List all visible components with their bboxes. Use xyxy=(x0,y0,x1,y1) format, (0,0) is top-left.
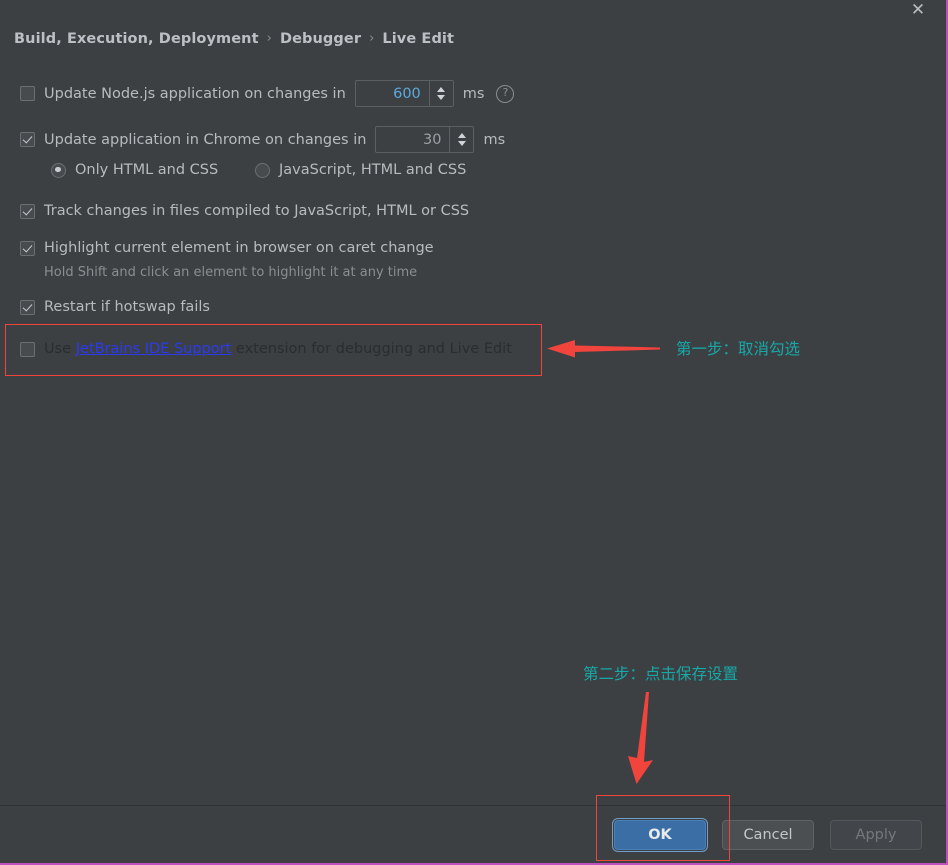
breadcrumb-separator: › xyxy=(266,31,272,46)
row-update-nodejs: Update Node.js application on changes in… xyxy=(20,80,515,107)
row-update-chrome: Update application in Chrome on changes … xyxy=(20,126,505,153)
unit-nodejs-ms: ms xyxy=(462,85,485,102)
row-track-changes: Track changes in files compiled to JavaS… xyxy=(20,203,469,219)
checkbox-update-nodejs[interactable] xyxy=(20,86,35,101)
breadcrumb-item-0[interactable]: Build, Execution, Deployment xyxy=(14,31,259,47)
radio-indicator-javascript-html-css[interactable] xyxy=(255,162,270,178)
settings-dialog: ✕ Build, Execution, Deployment › Debugger ›… xyxy=(0,0,948,865)
annotation-step-one: 第一步：取消勾选 xyxy=(676,340,801,358)
label-javascript-html-css: JavaScript, HTML and CSS xyxy=(279,162,467,178)
hint-highlight-element: Hold Shift and click an element to highl… xyxy=(44,265,417,280)
spinner-up-icon[interactable] xyxy=(437,87,446,92)
annotation-step-two: 第二步：点击保存设置 xyxy=(583,665,739,683)
help-icon[interactable]: ? xyxy=(496,84,515,103)
apply-button[interactable]: Apply xyxy=(830,819,922,850)
spinner-down-icon[interactable] xyxy=(437,95,446,100)
row-jetbrains-extension: Use JetBrains IDE Support extension for … xyxy=(20,341,512,357)
label-update-chrome: Update application in Chrome on changes … xyxy=(44,131,367,148)
spinner-nodejs-delay[interactable]: 600 xyxy=(354,80,454,107)
spinner-up-icon[interactable] xyxy=(457,133,466,138)
checkbox-highlight-element[interactable] xyxy=(20,240,35,256)
breadcrumb-item-1[interactable]: Debugger xyxy=(280,31,361,47)
label-prefix: Use xyxy=(44,341,76,357)
spinner-chrome-delay[interactable]: 30 xyxy=(375,126,475,153)
label-update-nodejs: Update Node.js application on changes in xyxy=(44,85,346,102)
input-chrome-delay[interactable]: 30 xyxy=(376,127,449,152)
radio-indicator-only-html-css[interactable] xyxy=(51,162,66,178)
checkbox-update-chrome[interactable] xyxy=(20,132,35,147)
jetbrains-ide-support-link[interactable]: JetBrains IDE Support xyxy=(76,341,232,357)
ok-button[interactable]: OK xyxy=(612,817,708,852)
unit-chrome-ms: ms xyxy=(483,131,506,148)
radio-only-html-css[interactable]: Only HTML and CSS xyxy=(51,162,218,178)
label-track-changes: Track changes in files compiled to JavaS… xyxy=(44,203,470,219)
label-suffix: extension for debugging and Live Edit xyxy=(231,341,512,357)
label-restart-hotswap: Restart if hotswap fails xyxy=(44,299,210,315)
breadcrumb-item-2: Live Edit xyxy=(382,31,455,47)
cancel-button[interactable]: Cancel xyxy=(722,819,814,850)
close-icon[interactable]: ✕ xyxy=(900,0,936,24)
input-nodejs-delay[interactable]: 600 xyxy=(356,81,429,106)
row-restart-hotswap: Restart if hotswap fails xyxy=(20,299,210,315)
breadcrumb: Build, Execution, Deployment › Debugger › Li… xyxy=(14,31,454,47)
label-only-html-css: Only HTML and CSS xyxy=(75,162,219,178)
arrow-step-one-icon xyxy=(547,340,660,358)
label-jetbrains-extension: Use JetBrains IDE Support extension for … xyxy=(44,341,512,357)
checkbox-jetbrains-extension[interactable] xyxy=(20,341,35,357)
radio-javascript-html-css[interactable]: JavaScript, HTML and CSS xyxy=(255,162,466,178)
spinner-buttons[interactable] xyxy=(428,81,453,106)
label-highlight-element: Highlight current element in browser on … xyxy=(44,240,434,256)
arrow-step-two-icon xyxy=(628,692,653,784)
row-highlight-element: Highlight current element in browser on … xyxy=(20,240,434,256)
checkbox-track-changes[interactable] xyxy=(20,203,35,219)
spinner-down-icon[interactable] xyxy=(457,141,466,146)
breadcrumb-separator: › xyxy=(369,31,375,46)
hint-text: Hold Shift and click an element to highl… xyxy=(44,265,418,280)
spinner-buttons[interactable] xyxy=(449,127,473,152)
checkbox-restart-hotswap[interactable] xyxy=(20,299,35,315)
dialog-button-bar: OK Cancel Apply xyxy=(0,806,946,863)
